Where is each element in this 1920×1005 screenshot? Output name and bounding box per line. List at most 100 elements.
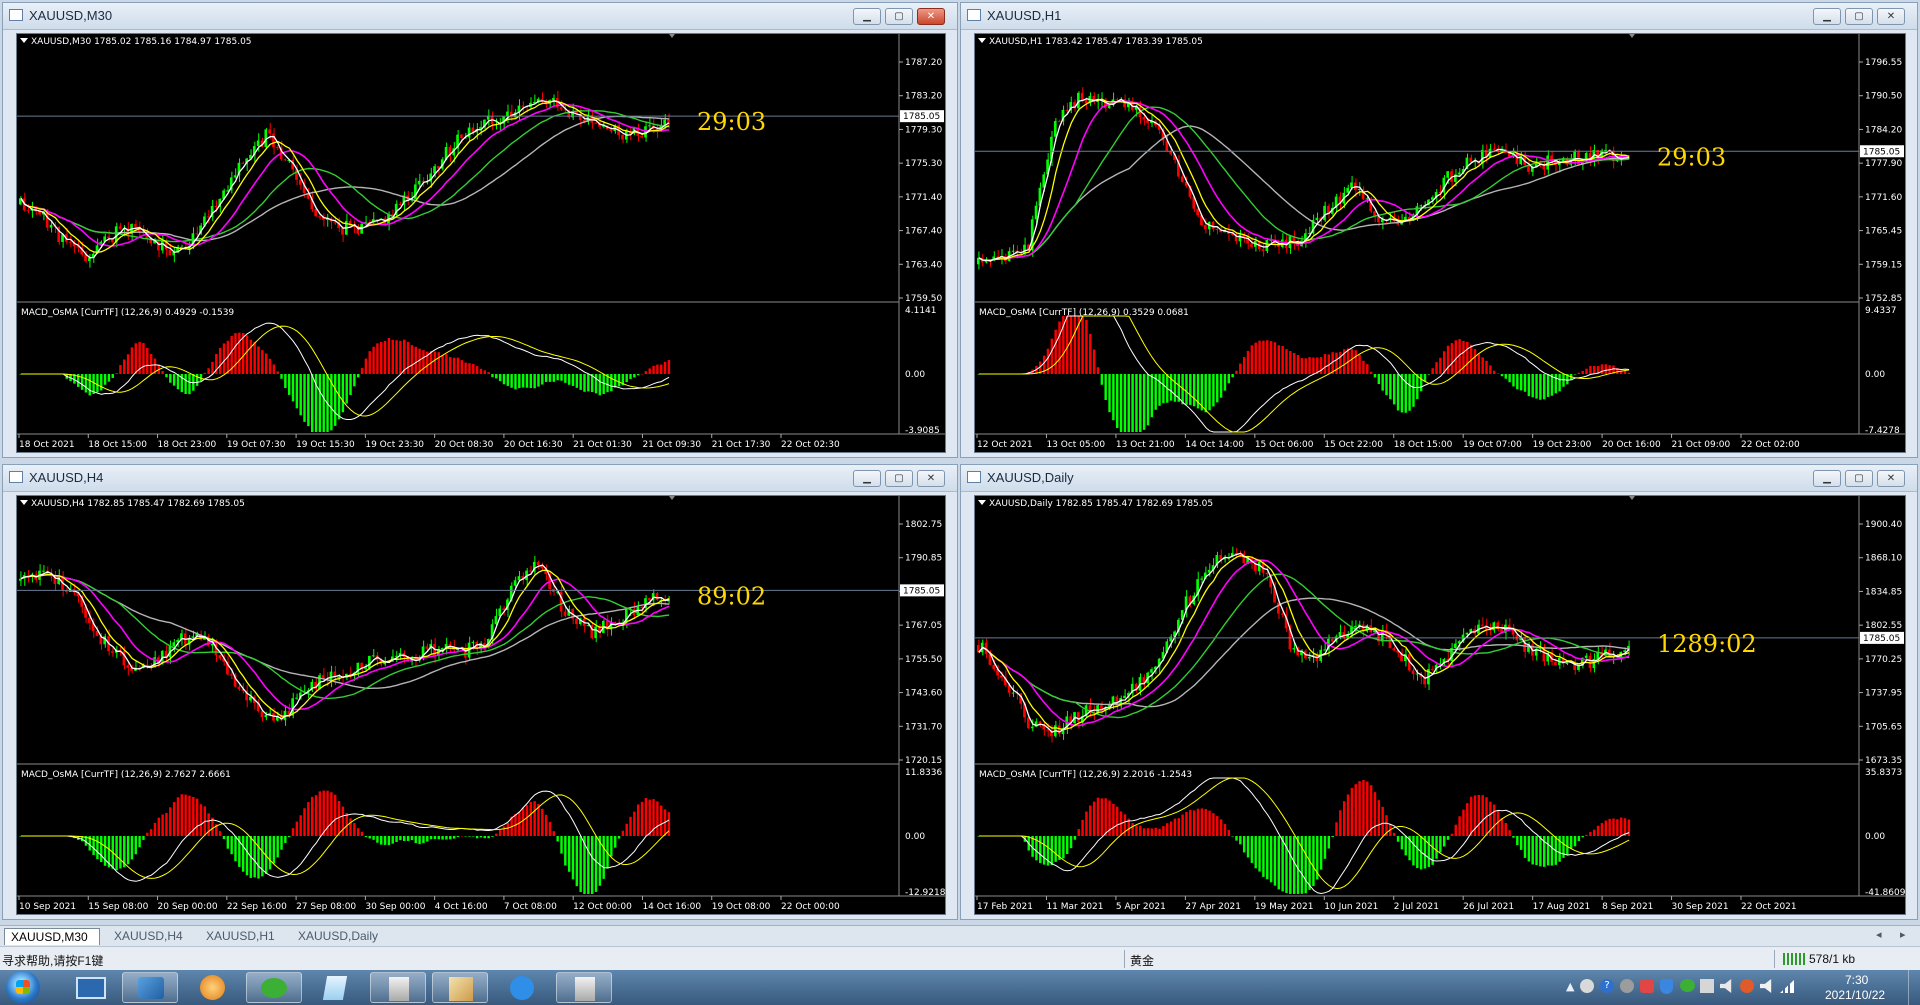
maximize-button[interactable]: ▢: [1845, 470, 1873, 487]
macd-histogram-bar: [1416, 374, 1419, 400]
security-icon[interactable]: [1740, 979, 1754, 993]
taskbar-app-1[interactable]: [370, 972, 426, 1003]
start-button[interactable]: [6, 971, 40, 1004]
candle-body: [1357, 189, 1361, 191]
candle-body: [575, 618, 578, 625]
status-divider: [1774, 950, 1775, 968]
maximize-button[interactable]: ▢: [885, 470, 913, 487]
macd-histogram-bar: [169, 374, 172, 383]
tray-show-hidden-icon[interactable]: ▲: [1566, 980, 1574, 993]
tabs-scroll-left-icon[interactable]: ◂: [1876, 928, 1882, 941]
macd-histogram-bar: [613, 836, 617, 848]
tray-app-icon[interactable]: [1640, 979, 1654, 993]
macd-histogram-bar: [372, 346, 375, 374]
macd-histogram-bar: [1200, 808, 1204, 836]
chart-tabs-bar: XAUUSD,M30 XAUUSD,H4 XAUUSD,H1 XAUUSD,Da…: [0, 925, 1920, 947]
taskbar-media-player[interactable]: [184, 972, 240, 1003]
macd-histogram-bar: [1231, 374, 1234, 378]
clock-date[interactable]: 2021/10/22: [1825, 988, 1885, 1002]
windows-logo-icon: [16, 980, 30, 994]
tabs-scroll-right-icon[interactable]: ▸: [1900, 928, 1906, 941]
macd-histogram-bar: [1331, 836, 1334, 838]
chart-area[interactable]: XAUUSD,Daily 1782.85 1785.47 1782.69 178…: [974, 495, 1906, 915]
settings-icon[interactable]: [1620, 979, 1634, 993]
clock-time[interactable]: 7:30: [1845, 973, 1868, 987]
taskbar-app-4[interactable]: [556, 972, 612, 1003]
macd-histogram-bar: [1342, 801, 1346, 836]
macd-histogram-bar: [652, 365, 655, 374]
close-button[interactable]: ✕: [917, 8, 945, 25]
chart-window-m30[interactable]: XAUUSD,M30 ▁ ▢ ✕ XAUUSD,M30 1785.02 1785…: [2, 2, 958, 458]
candle-body: [1354, 625, 1357, 628]
taskbar-wechat[interactable]: [246, 972, 302, 1003]
minimize-button[interactable]: ▁: [853, 8, 881, 25]
chart-area[interactable]: XAUUSD,M30 1785.02 1785.16 1784.97 1785.…: [16, 33, 946, 453]
maximize-button[interactable]: ▢: [1845, 8, 1873, 25]
taskbar-app-2[interactable]: [432, 972, 488, 1003]
tab-xauusd-h1[interactable]: XAUUSD,H1: [200, 928, 286, 945]
candle-body: [536, 561, 540, 566]
signal-icon[interactable]: [1780, 980, 1794, 993]
time-label: 14 Oct 14:00: [1185, 440, 1244, 450]
tray-app-icon[interactable]: [1580, 979, 1594, 993]
wechat-tray-icon[interactable]: [1680, 979, 1695, 992]
minimize-button[interactable]: ▁: [1813, 8, 1841, 25]
macd-histogram-bar: [617, 836, 621, 839]
close-button[interactable]: ✕: [1877, 8, 1905, 25]
macd-histogram-bar: [644, 371, 648, 374]
tab-xauusd-daily[interactable]: XAUUSD,Daily: [292, 928, 392, 945]
macd-histogram-bar: [1466, 803, 1469, 836]
chart-window-h4[interactable]: XAUUSD,H4 ▁ ▢ ✕ XAUUSD,H4 1782.85 1785.4…: [2, 464, 958, 920]
chart-window-h1[interactable]: XAUUSD,H1 ▁ ▢ ✕ XAUUSD,H1 1783.42 1785.4…: [960, 2, 1918, 458]
network-icon[interactable]: [1700, 979, 1714, 993]
tab-xauusd-m30[interactable]: XAUUSD,M30: [4, 928, 100, 945]
help-icon[interactable]: ?: [1600, 979, 1614, 993]
macd-histogram-bar: [1219, 374, 1223, 398]
wechat-icon: [261, 978, 287, 998]
maximize-button[interactable]: ▢: [885, 8, 913, 25]
macd-histogram-bar: [207, 368, 210, 374]
window-title: XAUUSD,H1: [987, 8, 1062, 23]
close-button[interactable]: ✕: [1877, 470, 1905, 487]
chart-window-daily[interactable]: XAUUSD,Daily ▁ ▢ ✕ XAUUSD,Daily 1782.85 …: [960, 464, 1918, 920]
macd-histogram-bar: [1281, 836, 1284, 892]
macd-histogram-bar: [1185, 811, 1188, 836]
macd-histogram-bar: [1096, 797, 1100, 836]
close-button[interactable]: ✕: [917, 470, 945, 487]
chart-window-icon: [967, 471, 981, 483]
show-desktop-button[interactable]: [1908, 970, 1920, 1005]
volume-icon[interactable]: [1720, 979, 1732, 993]
window-titlebar[interactable]: XAUUSD,H4 ▁ ▢ ✕: [3, 465, 957, 492]
window-titlebar[interactable]: XAUUSD,M30 ▁ ▢ ✕: [3, 3, 957, 30]
macd-scale-label: 0.00: [905, 370, 925, 380]
macd-histogram-bar: [1127, 374, 1130, 432]
minimize-button[interactable]: ▁: [853, 470, 881, 487]
macd-histogram-bar: [590, 836, 594, 894]
macd-histogram-bar: [656, 801, 659, 836]
macd-histogram-bar: [1112, 374, 1115, 421]
chart-area[interactable]: XAUUSD,H1 1783.42 1785.47 1783.39 1785.0…: [974, 33, 1906, 453]
shift-marker-icon: [1629, 34, 1635, 38]
macd-histogram-bar: [560, 836, 563, 854]
macd-histogram-bar: [418, 348, 421, 374]
window-titlebar[interactable]: XAUUSD,H1 ▁ ▢ ✕: [961, 3, 1917, 30]
candle-body: [241, 162, 245, 164]
macd-histogram-bar: [1362, 779, 1365, 836]
taskbar-notepad[interactable]: [308, 972, 364, 1003]
macd-histogram-bar: [126, 836, 130, 865]
macd-histogram-bar: [1185, 374, 1188, 405]
taskbar-metatrader[interactable]: [122, 972, 178, 1003]
chart-area[interactable]: XAUUSD,H4 1782.85 1785.47 1782.69 1785.0…: [16, 495, 946, 915]
macd-histogram-bar: [449, 357, 452, 374]
speaker-icon[interactable]: [1760, 979, 1772, 993]
macd-histogram-bar: [525, 374, 529, 388]
time-label: 10 Jun 2021: [1324, 902, 1378, 912]
macd-histogram-bar: [510, 374, 513, 388]
candle-body: [621, 135, 624, 140]
tab-xauusd-h4[interactable]: XAUUSD,H4: [108, 928, 194, 945]
shield-icon[interactable]: [1660, 979, 1673, 994]
minimize-button[interactable]: ▁: [1813, 470, 1841, 487]
window-titlebar[interactable]: XAUUSD,Daily ▁ ▢ ✕: [961, 465, 1917, 492]
taskbar-app-3[interactable]: [494, 972, 550, 1003]
taskbar-show-desktop[interactable]: [60, 972, 116, 1003]
